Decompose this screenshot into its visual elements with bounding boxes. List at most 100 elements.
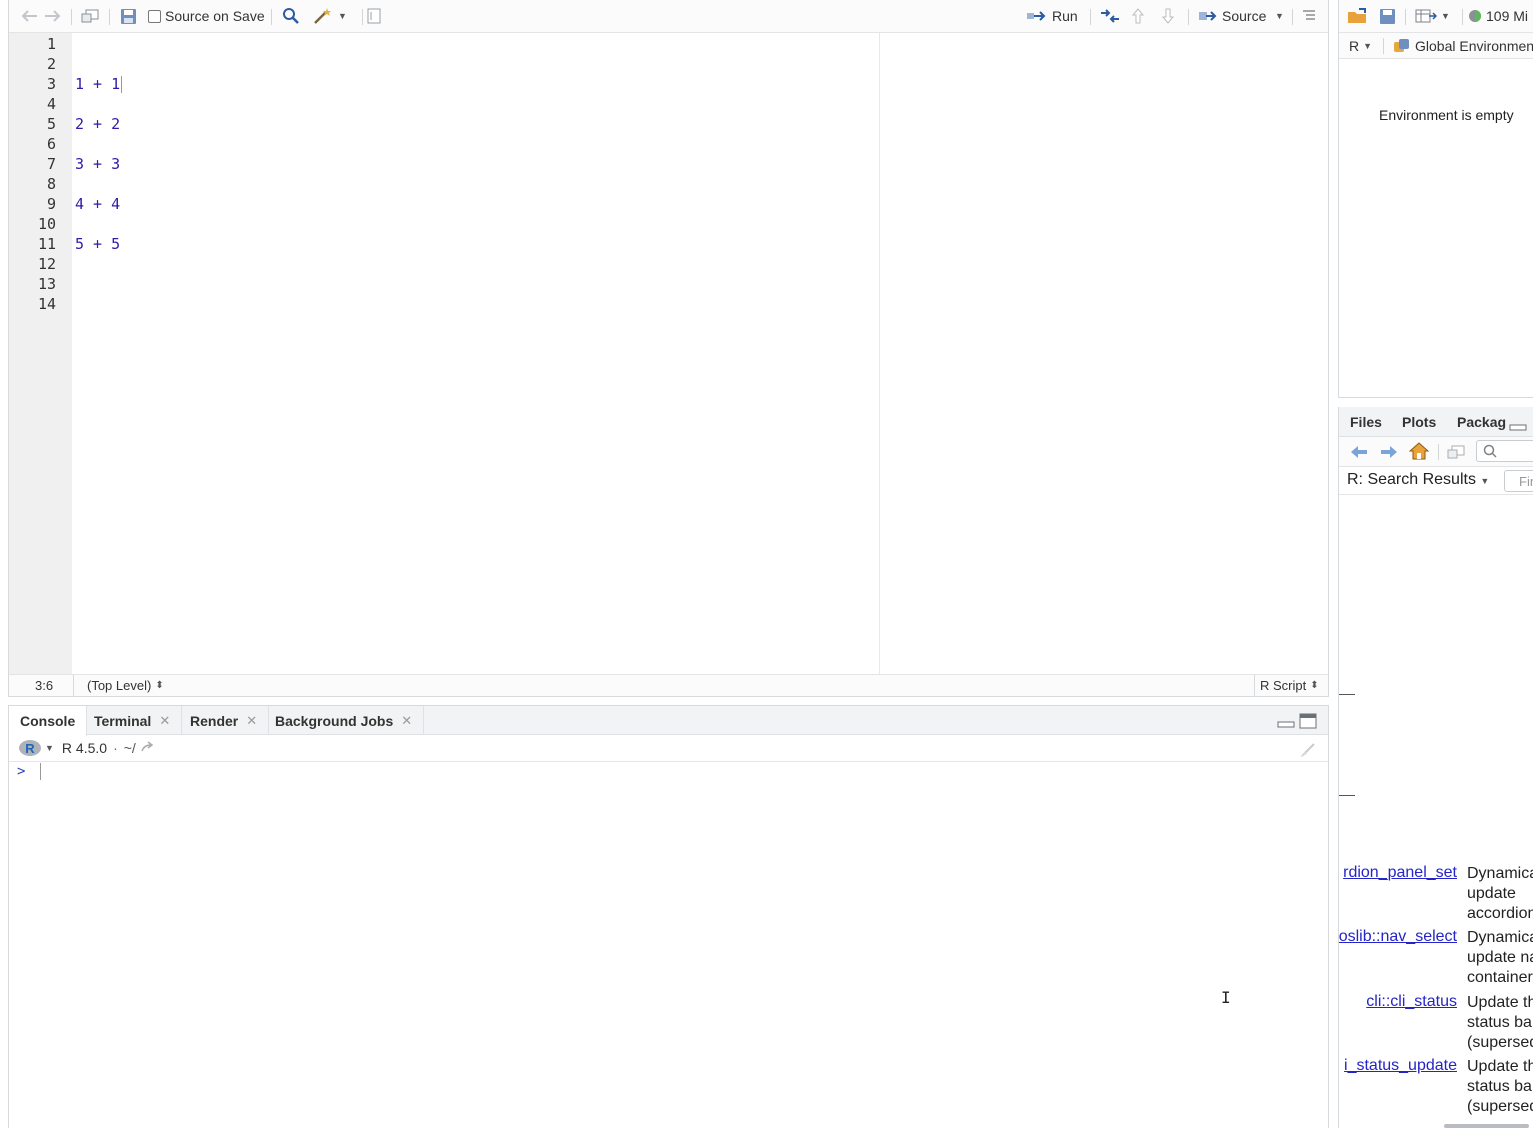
show-in-window-icon[interactable] bbox=[81, 5, 99, 27]
minimize-pane-icon[interactable] bbox=[1509, 419, 1527, 434]
result-description: (supersed bbox=[1467, 1034, 1533, 1051]
source-on-save-checkbox[interactable] bbox=[148, 9, 161, 23]
code-line[interactable]: 4 + 4 bbox=[75, 194, 120, 214]
line-number: 9 bbox=[46, 195, 56, 213]
working-directory[interactable]: ~/ bbox=[124, 740, 136, 756]
import-dataset-icon[interactable]: ▼ bbox=[1415, 5, 1450, 27]
back-arrow-icon[interactable] bbox=[21, 5, 39, 27]
line-number: 10 bbox=[37, 215, 56, 233]
tab-packages[interactable]: Packag bbox=[1446, 407, 1518, 436]
code-line[interactable]: 1 + 1 bbox=[75, 74, 123, 94]
run-button[interactable]: Run bbox=[1026, 5, 1078, 27]
help-forward-arrow-icon[interactable] bbox=[1379, 441, 1399, 463]
line-number: 12 bbox=[37, 255, 56, 273]
forward-arrow-icon[interactable] bbox=[43, 5, 61, 27]
maximize-pane-icon[interactable] bbox=[1299, 713, 1317, 732]
code-area[interactable]: 1 + 1 2 + 2 3 + 3 4 + 4 5 + 5 bbox=[75, 33, 1325, 674]
scope-selector[interactable]: (Top Level) ⬍ bbox=[87, 678, 164, 693]
chevron-down-icon[interactable]: ▼ bbox=[45, 743, 54, 753]
close-icon[interactable]: ✕ bbox=[159, 713, 170, 729]
updown-chevron-icon: ⬍ bbox=[155, 680, 164, 691]
result-link[interactable]: i_status_update bbox=[1344, 1057, 1457, 1075]
up-arrow-icon[interactable] bbox=[1131, 5, 1145, 27]
help-search-input[interactable] bbox=[1476, 440, 1533, 462]
tab-label: Console bbox=[20, 713, 76, 729]
outline-toggle-icon[interactable] bbox=[1301, 5, 1317, 27]
text-cursor bbox=[39, 763, 41, 780]
chevron-down-icon[interactable]: ▼ bbox=[1441, 11, 1450, 21]
files-tabbar: Files Plots Packag bbox=[1339, 407, 1533, 437]
help-title-bar: R: Search Results ▼ Fin bbox=[1339, 467, 1533, 495]
source-on-save-label: Source on Save bbox=[165, 8, 265, 24]
code-tools-wand-icon[interactable]: ▼ bbox=[312, 5, 347, 27]
tab-console[interactable]: Console bbox=[9, 706, 88, 736]
line-number: 8 bbox=[46, 175, 56, 193]
line-number: 14 bbox=[37, 295, 56, 313]
code-line[interactable]: 3 + 3 bbox=[75, 154, 120, 174]
source-on-save-toggle[interactable]: Source on Save bbox=[148, 5, 265, 27]
code-text: 2 + 2 bbox=[75, 115, 121, 133]
result-link[interactable]: cli::cli_status bbox=[1366, 993, 1457, 1011]
files-help-pane: Files Plots Packag R: Search Results ▼ F… bbox=[1338, 407, 1533, 1128]
result-description: Update th bbox=[1467, 994, 1533, 1011]
i-beam-cursor-icon: I bbox=[1221, 988, 1231, 1007]
go-to-directory-icon[interactable] bbox=[140, 740, 156, 756]
save-workspace-icon[interactable] bbox=[1379, 5, 1396, 27]
editor-toolbar: Source on Save ▼ Run Source ▼ bbox=[9, 0, 1328, 33]
document-outline-icon[interactable] bbox=[367, 5, 381, 27]
horizontal-scrollbar[interactable] bbox=[1444, 1124, 1529, 1128]
code-line[interactable]: 5 + 5 bbox=[75, 234, 120, 254]
environment-scope-label: Global Environmen bbox=[1415, 38, 1533, 54]
line-number: 1 bbox=[46, 35, 56, 53]
close-icon[interactable]: ✕ bbox=[246, 713, 257, 729]
line-number: 7 bbox=[46, 155, 56, 173]
tab-label: Plots bbox=[1402, 413, 1437, 430]
help-title[interactable]: R: Search Results ▼ bbox=[1347, 471, 1489, 489]
tab-render[interactable]: Render ✕ bbox=[179, 706, 270, 735]
result-link[interactable]: oslib::nav_select bbox=[1339, 928, 1457, 946]
memory-usage[interactable]: 109 Mi bbox=[1468, 5, 1528, 27]
code-text: 1 + 1 bbox=[75, 75, 121, 93]
source-options-chevron-icon[interactable]: ▼ bbox=[1275, 5, 1284, 27]
scope-label: (Top Level) bbox=[87, 678, 152, 693]
result-link[interactable]: rdion_panel_set bbox=[1343, 864, 1457, 882]
rerun-icon[interactable] bbox=[1099, 5, 1121, 27]
search-icon[interactable] bbox=[282, 5, 300, 27]
down-arrow-icon[interactable] bbox=[1161, 5, 1175, 27]
load-workspace-icon[interactable] bbox=[1347, 5, 1369, 27]
result-description: status ba bbox=[1467, 1014, 1532, 1031]
language-selector[interactable]: R ▼ bbox=[1349, 35, 1372, 57]
environment-selector[interactable]: Global Environmen bbox=[1393, 35, 1533, 57]
tab-terminal[interactable]: Terminal ✕ bbox=[83, 706, 183, 735]
tab-label: Terminal bbox=[94, 712, 152, 729]
environment-empty-message: Environment is empty bbox=[1379, 107, 1514, 123]
console-tabbar: Console Terminal ✕ Render ✕ Background J… bbox=[9, 706, 1328, 736]
chevron-down-icon: ▼ bbox=[1363, 41, 1373, 51]
tab-plots[interactable]: Plots bbox=[1391, 407, 1449, 436]
updown-chevron-icon: ⬍ bbox=[1310, 680, 1319, 691]
environment-subbar: R ▼ Global Environmen bbox=[1339, 33, 1533, 59]
home-icon[interactable] bbox=[1409, 440, 1429, 462]
result-description: update na bbox=[1467, 949, 1533, 966]
source-button[interactable]: Source bbox=[1198, 5, 1266, 27]
console-input[interactable]: > bbox=[17, 763, 41, 780]
help-back-arrow-icon[interactable] bbox=[1349, 441, 1369, 463]
code-line[interactable]: 2 + 2 bbox=[75, 114, 120, 134]
close-icon[interactable]: ✕ bbox=[401, 713, 412, 729]
minimize-pane-icon[interactable] bbox=[1277, 714, 1295, 731]
show-in-window-icon[interactable] bbox=[1447, 441, 1465, 463]
line-number: 6 bbox=[46, 135, 56, 153]
clear-console-icon[interactable] bbox=[1298, 740, 1320, 761]
tab-files[interactable]: Files bbox=[1339, 407, 1394, 436]
line-number: 5 bbox=[46, 115, 56, 133]
line-number: 2 bbox=[46, 55, 56, 73]
file-type-selector[interactable]: R Script ⬍ bbox=[1260, 678, 1319, 693]
find-in-topic-input[interactable]: Fin bbox=[1504, 470, 1533, 492]
r-logo-icon[interactable]: R bbox=[19, 740, 41, 756]
save-icon[interactable] bbox=[120, 5, 137, 27]
result-description: accordion bbox=[1467, 905, 1533, 922]
tab-label: Background Jobs bbox=[275, 712, 394, 729]
tab-label: Packag bbox=[1457, 413, 1507, 430]
tab-background-jobs[interactable]: Background Jobs ✕ bbox=[264, 706, 425, 735]
chevron-down-icon[interactable]: ▼ bbox=[338, 11, 347, 21]
